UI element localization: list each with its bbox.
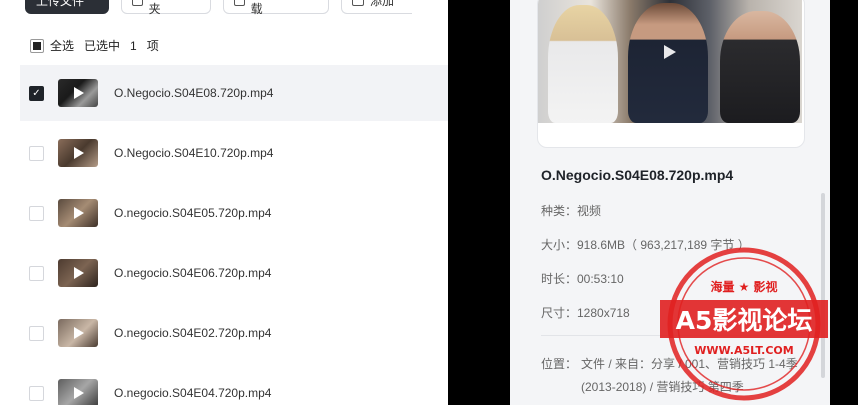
file-size: 大小：918.6MB（ 963,217,189 字节 ） xyxy=(541,238,750,252)
file-name: O.Negocio.S04E10.720p.mp4 xyxy=(114,146,274,160)
file-row[interactable]: O.negocio.S04E02.720p.mp4 xyxy=(20,305,448,361)
file-name: O.negocio.S04E05.720p.mp4 xyxy=(114,206,272,220)
row-checkbox[interactable]: ✓ xyxy=(29,85,44,101)
row-checkbox[interactable] xyxy=(29,145,44,161)
select-all-checkbox[interactable] xyxy=(30,38,44,53)
divider xyxy=(541,335,803,336)
row-checkbox[interactable] xyxy=(29,265,44,281)
preview-card[interactable] xyxy=(537,0,805,148)
file-name: O.negocio.S04E06.720p.mp4 xyxy=(114,266,272,280)
offline-download-button[interactable]: BT/磁力链下载 xyxy=(223,0,329,16)
play-icon xyxy=(74,327,84,339)
scene-person xyxy=(720,11,800,123)
play-icon xyxy=(74,87,84,99)
file-row[interactable]: O.negocio.S04E06.720p.mp4 xyxy=(20,245,448,301)
row-checkbox[interactable] xyxy=(29,325,44,341)
play-icon xyxy=(74,207,84,219)
add-icon xyxy=(352,0,364,6)
upload-button[interactable]: 上传文件 xyxy=(25,0,109,14)
file-row[interactable]: O.negocio.S04E05.720p.mp4 xyxy=(20,185,448,241)
new-folder-label: 新建文件夹 xyxy=(148,2,161,16)
selected-count: 1 xyxy=(130,38,137,53)
more-button[interactable]: 添加 xyxy=(341,0,412,14)
location-path[interactable]: 文件 / 来自：分享 / 001、营销技巧 1-4季 (2013-2018) /… xyxy=(581,353,811,399)
scrollbar[interactable] xyxy=(821,193,825,378)
file-name: O.Negocio.S04E08.720p.mp4 xyxy=(114,86,274,100)
video-thumbnail xyxy=(58,319,98,347)
file-list-panel: 上传文件 新建文件夹 BT/磁力链下载 添加 全选 已选中 1 项 ✓ O.Ne… xyxy=(0,0,448,405)
row-checkbox[interactable] xyxy=(29,205,44,221)
video-preview[interactable] xyxy=(538,0,802,123)
selected-prefix: 已选中 xyxy=(84,39,121,53)
file-name: O.negocio.S04E04.720p.mp4 xyxy=(114,386,272,400)
detail-file-name: O.Negocio.S04E08.720p.mp4 xyxy=(541,167,734,183)
video-duration: 时长：00:53:10 xyxy=(541,272,624,286)
folder-icon xyxy=(132,0,143,6)
toolbar: 上传文件 新建文件夹 BT/磁力链下载 添加 xyxy=(25,0,412,16)
file-type: 种类：视频 xyxy=(541,204,602,218)
play-icon xyxy=(74,267,84,279)
file-row[interactable]: O.negocio.S04E04.720p.mp4 xyxy=(20,365,448,405)
play-icon[interactable] xyxy=(664,45,676,59)
upload-button-label: 上传文件 xyxy=(36,0,85,8)
more-button-label: 添加 xyxy=(370,0,395,8)
selected-unit: 项 xyxy=(146,39,159,53)
selection-bar: 全选 已选中 1 项 xyxy=(30,37,159,54)
video-thumbnail xyxy=(58,259,98,287)
scene-person xyxy=(548,5,618,123)
video-thumbnail xyxy=(58,139,98,167)
file-location: 位置： 文件 / 来自：分享 / 001、营销技巧 1-4季 (2013-201… xyxy=(541,353,811,399)
new-folder-button[interactable]: 新建文件夹 xyxy=(121,0,211,16)
magnet-icon xyxy=(234,0,245,6)
play-icon xyxy=(74,147,84,159)
scene-person xyxy=(628,3,708,123)
row-checkbox[interactable] xyxy=(29,385,44,401)
video-thumbnail xyxy=(58,199,98,227)
file-row[interactable]: O.Negocio.S04E10.720p.mp4 xyxy=(20,125,448,181)
play-icon xyxy=(74,387,84,399)
video-thumbnail xyxy=(58,379,98,405)
file-row[interactable]: ✓ O.Negocio.S04E08.720p.mp4 xyxy=(20,65,448,121)
detail-panel: O.Negocio.S04E08.720p.mp4 种类：视频 大小：918.6… xyxy=(510,0,830,405)
select-all-label[interactable]: 全选 xyxy=(50,37,74,54)
offline-download-label: BT/磁力链下载 xyxy=(250,2,263,16)
location-label: 位置： xyxy=(541,357,578,371)
video-dimensions: 尺寸：1280x718 xyxy=(541,306,630,320)
file-name: O.negocio.S04E02.720p.mp4 xyxy=(114,326,272,340)
video-thumbnail xyxy=(58,79,98,107)
